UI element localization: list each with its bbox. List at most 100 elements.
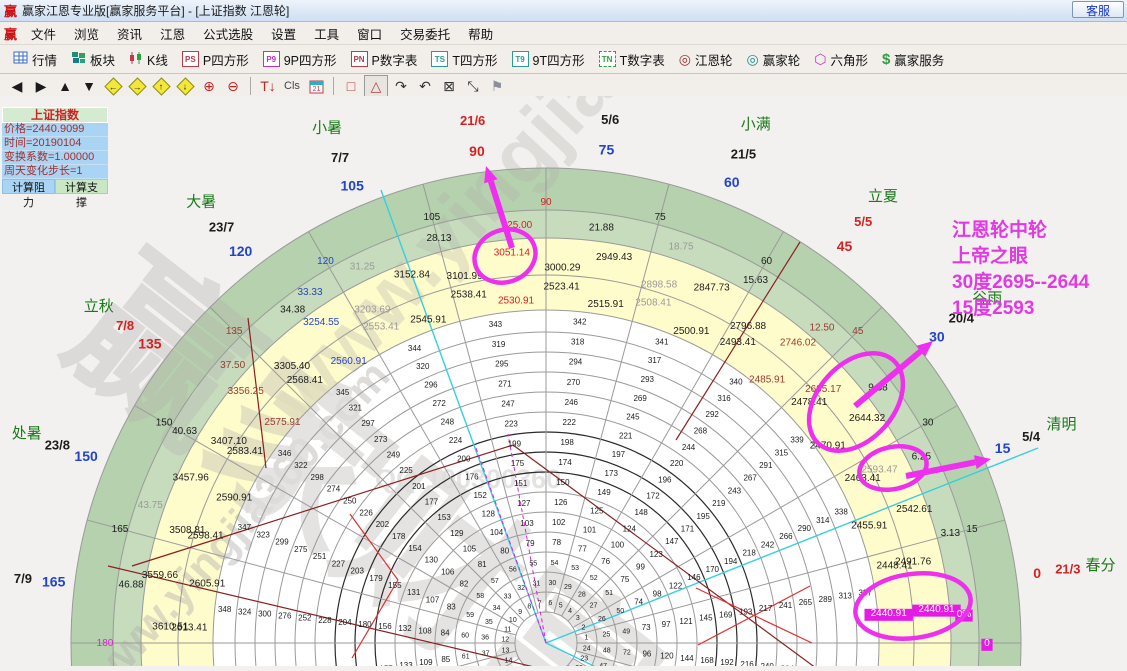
tool-pan-up[interactable]: ↑: [150, 76, 172, 96]
svg-text:53: 53: [571, 565, 579, 572]
svg-text:324: 324: [238, 607, 252, 616]
menu-item-6[interactable]: 工具: [305, 22, 348, 45]
svg-text:2493.41: 2493.41: [720, 337, 757, 348]
svg-text:46.88: 46.88: [119, 580, 144, 591]
toolbar-item-9t-square[interactable]: T99T四方形: [505, 50, 592, 69]
gann-wheel[interactable]: 赢家财富网www.yingjia360.comwww.yingjia360.co…: [0, 96, 1127, 671]
svg-text:29: 29: [564, 584, 572, 591]
tool-rotate-ccw[interactable]: ↶: [414, 76, 436, 96]
svg-text:322: 322: [294, 461, 308, 470]
svg-text:344: 344: [408, 344, 422, 353]
menu-item-5[interactable]: 设置: [262, 22, 305, 45]
svg-text:40.63: 40.63: [172, 426, 197, 437]
tool-flag[interactable]: ⚑: [486, 76, 508, 96]
svg-text:275: 275: [294, 545, 308, 554]
svg-text:154: 154: [408, 544, 422, 553]
svg-text:244: 244: [682, 443, 696, 452]
pn-box-icon: PN: [351, 51, 368, 67]
toolbar-item-9p-square[interactable]: P99P四方形: [256, 50, 344, 69]
svg-text:120: 120: [660, 652, 674, 661]
svg-text:37: 37: [482, 651, 490, 658]
svg-text:2: 2: [582, 624, 586, 631]
tool-shape-triangle[interactable]: △: [364, 75, 388, 97]
toolbar-item-gann-wheel[interactable]: ◎江恩轮: [672, 50, 740, 69]
svg-text:314: 314: [816, 516, 830, 525]
calc-support-button[interactable]: 计算支撑: [55, 179, 108, 194]
svg-text:小满: 小满: [741, 116, 771, 133]
calc-resistance-button[interactable]: 计算阻力: [2, 179, 55, 194]
svg-text:226: 226: [359, 508, 373, 517]
svg-text:339: 339: [790, 436, 804, 445]
svg-text:75: 75: [620, 575, 629, 584]
svg-text:105: 105: [341, 177, 365, 193]
svg-text:82: 82: [459, 579, 468, 588]
menu-item-4[interactable]: 公式选股: [194, 22, 262, 45]
customer-service-button[interactable]: 客服: [1072, 1, 1124, 18]
tool-cls[interactable]: Cls: [281, 76, 303, 96]
menu-item-8[interactable]: 交易委托: [391, 22, 459, 45]
menu-item-7[interactable]: 窗口: [348, 22, 391, 45]
tool-pan-down[interactable]: ↓: [174, 76, 196, 96]
svg-text:48: 48: [603, 647, 611, 654]
svg-text:2530.91: 2530.91: [498, 295, 535, 306]
symbol-name: 上证指数: [2, 107, 108, 123]
tool-nav-next[interactable]: ▶: [30, 76, 52, 96]
toolbar-item-winner-wheel[interactable]: ◎赢家轮: [739, 50, 807, 69]
toolbar-item-p-square[interactable]: PSP四方形: [175, 50, 256, 69]
svg-text:2583.41: 2583.41: [227, 446, 264, 457]
svg-text:347: 347: [238, 523, 252, 532]
menu-item-0[interactable]: 文件: [22, 22, 65, 45]
svg-text:192: 192: [720, 658, 734, 666]
tool-nav-up[interactable]: ▲: [54, 76, 76, 96]
tool-calendar[interactable]: 21: [305, 76, 327, 96]
svg-text:250: 250: [343, 496, 357, 505]
svg-text:85: 85: [441, 655, 450, 664]
svg-text:2949.43: 2949.43: [596, 252, 633, 263]
menu-item-9[interactable]: 帮助: [459, 22, 502, 45]
menu-item-1[interactable]: 浏览: [65, 22, 108, 45]
tool-t-scale[interactable]: T↓: [257, 76, 279, 96]
svg-text:296: 296: [424, 381, 438, 390]
toolbar-label: 9T四方形: [533, 50, 585, 69]
toolbar-item-t-square[interactable]: TST四方形: [424, 50, 504, 69]
svg-text:292: 292: [706, 410, 720, 419]
svg-text:152: 152: [473, 491, 487, 500]
tool-pan-right[interactable]: →: [126, 76, 148, 96]
toolbar-item-quotes[interactable]: 行情: [6, 50, 64, 69]
svg-text:149: 149: [597, 488, 611, 497]
tool-fit-view[interactable]: ⤡: [462, 76, 484, 96]
tool-clear-box[interactable]: ⊠: [438, 76, 460, 96]
toolbar-item-winner-service[interactable]: $赢家服务: [875, 50, 951, 69]
svg-text:150: 150: [556, 478, 570, 487]
svg-text:33.33: 33.33: [297, 287, 322, 298]
svg-text:222: 222: [563, 418, 577, 427]
tool-zoom-in[interactable]: ⊕: [198, 76, 220, 96]
tool-pan-left[interactable]: ←: [102, 76, 124, 96]
tool-zoom-out[interactable]: ⊖: [222, 76, 244, 96]
svg-text:175: 175: [511, 459, 525, 468]
toolbar-item-p-number-table[interactable]: PNP数字表: [344, 50, 425, 69]
svg-text:57: 57: [491, 578, 499, 585]
panel-row-2: 变换系数=1.00000: [2, 151, 108, 165]
svg-text:26: 26: [598, 616, 606, 623]
svg-text:271: 271: [498, 380, 512, 389]
menu-item-2[interactable]: 资讯: [108, 22, 151, 45]
svg-text:36: 36: [481, 635, 489, 642]
toolbar-item-kline[interactable]: K线: [122, 50, 175, 69]
svg-text:106: 106: [441, 568, 455, 577]
svg-text:21/3: 21/3: [1055, 562, 1080, 577]
svg-text:0: 0: [1033, 565, 1041, 581]
svg-text:197: 197: [612, 450, 626, 459]
tool-rotate-cw[interactable]: ↷: [390, 76, 412, 96]
svg-text:2568.41: 2568.41: [287, 375, 324, 386]
tool-shape-square[interactable]: □: [340, 76, 362, 96]
toolbar-item-hexagon[interactable]: ⬡六角形: [807, 50, 875, 69]
svg-text:90: 90: [540, 197, 552, 208]
tool-nav-down[interactable]: ▼: [78, 76, 100, 96]
wheel-target-icon: ◎: [746, 51, 758, 68]
menu-item-3[interactable]: 江恩: [151, 22, 194, 45]
toolbar-item-sectors[interactable]: 板块: [64, 50, 122, 69]
toolbar-item-t-number-table[interactable]: TNT数字表: [592, 50, 672, 69]
svg-text:81: 81: [478, 560, 487, 569]
tool-nav-prev[interactable]: ◀: [6, 76, 28, 96]
